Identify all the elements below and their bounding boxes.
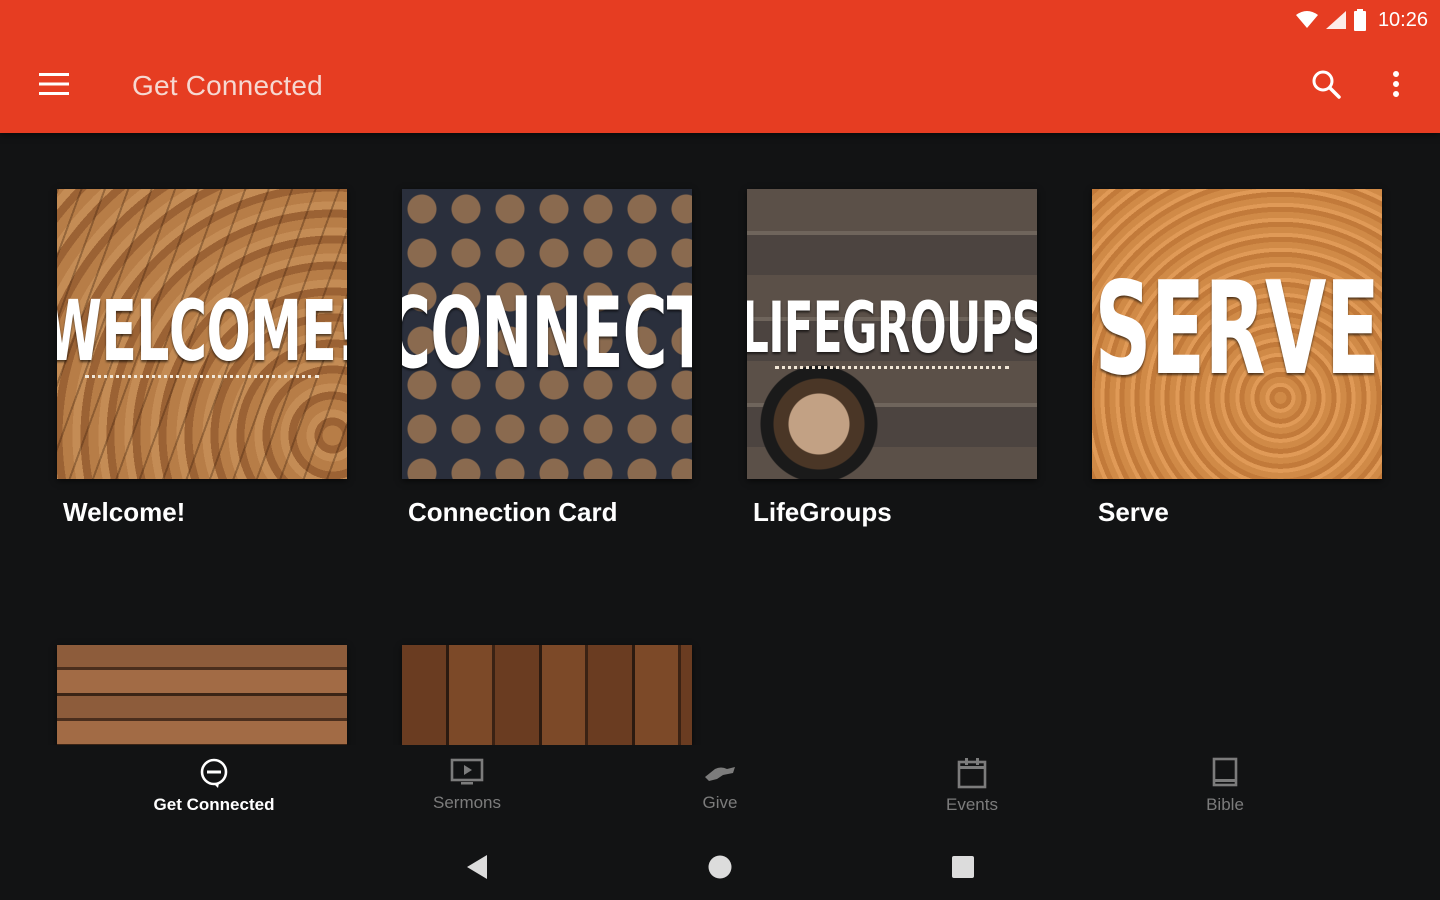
dotted-divider xyxy=(85,375,319,378)
recents-square-icon xyxy=(952,856,974,878)
card-connection-card[interactable]: CONNECT Connection Card xyxy=(402,189,692,528)
bottom-navigation: Get Connected Sermons Give Events Bible xyxy=(0,745,1440,835)
card-lifegroups[interactable]: LIFEGROUPS LifeGroups xyxy=(747,189,1037,528)
card-row2-1[interactable] xyxy=(57,645,347,745)
card-lifegroups-image-text: LIFEGROUPS xyxy=(747,287,1037,369)
card-connection-card-image-text: CONNECT xyxy=(402,277,692,391)
chat-bubble-icon xyxy=(200,758,228,788)
dotted-divider xyxy=(775,366,1009,369)
status-time: 10:26 xyxy=(1377,8,1428,31)
status-bar: 10:26 xyxy=(1295,6,1428,34)
nav-label: Bible xyxy=(1206,795,1244,814)
search-icon xyxy=(1312,70,1341,99)
card-row2-2-image xyxy=(402,645,692,745)
nav-label: Get Connected xyxy=(153,795,275,814)
card-row2-1-image xyxy=(57,645,347,745)
system-recents-button[interactable] xyxy=(941,847,985,887)
card-serve[interactable]: SERVE Serve xyxy=(1092,189,1382,528)
signal-icon xyxy=(1325,11,1346,29)
nav-label: Sermons xyxy=(432,793,502,812)
coffee-cup-graphic xyxy=(759,364,879,479)
nav-give[interactable]: Give xyxy=(650,757,790,827)
hamburger-menu-icon xyxy=(39,73,69,95)
card-serve-caption: Serve xyxy=(1098,497,1169,527)
card-row2-2[interactable] xyxy=(402,645,692,745)
card-lifegroups-image: LIFEGROUPS xyxy=(747,189,1037,479)
card-serve-image: SERVE xyxy=(1092,189,1382,479)
nav-bible[interactable]: Bible xyxy=(1155,757,1295,827)
book-icon xyxy=(1212,757,1238,787)
card-welcome-image-text: WELCOME! xyxy=(57,282,347,380)
system-home-button[interactable] xyxy=(698,847,742,887)
search-button[interactable] xyxy=(1298,56,1354,112)
system-back-button[interactable] xyxy=(455,847,499,887)
card-connection-card-caption: Connection Card xyxy=(408,497,618,527)
nav-get-connected[interactable]: Get Connected xyxy=(144,757,284,827)
nav-sermons[interactable]: Sermons xyxy=(397,757,537,827)
app-bar: 10:26 Get Connected xyxy=(0,0,1440,133)
card-lifegroups-caption: LifeGroups xyxy=(753,497,892,527)
card-welcome-image: WELCOME! xyxy=(57,189,347,479)
back-triangle-icon xyxy=(467,855,487,879)
calendar-icon xyxy=(957,758,987,789)
system-navigation-bar xyxy=(0,835,1440,900)
overflow-menu-button[interactable] xyxy=(1368,56,1424,112)
card-serve-image-text: SERVE xyxy=(1094,254,1380,404)
nav-label: Events xyxy=(946,795,998,814)
card-welcome[interactable]: WELCOME! Welcome! xyxy=(57,189,347,528)
nav-events[interactable]: Events xyxy=(902,757,1042,827)
hand-give-icon xyxy=(705,767,735,781)
more-vertical-icon xyxy=(1393,71,1399,97)
nav-label: Give xyxy=(702,793,738,812)
menu-button[interactable] xyxy=(26,56,82,112)
card-connection-card-image: CONNECT xyxy=(402,189,692,479)
home-circle-icon xyxy=(708,855,732,879)
monitor-play-icon xyxy=(450,758,484,785)
wifi-icon xyxy=(1295,11,1318,28)
card-welcome-caption: Welcome! xyxy=(63,497,186,527)
battery-icon xyxy=(1353,9,1366,31)
page-title: Get Connected xyxy=(132,70,323,101)
